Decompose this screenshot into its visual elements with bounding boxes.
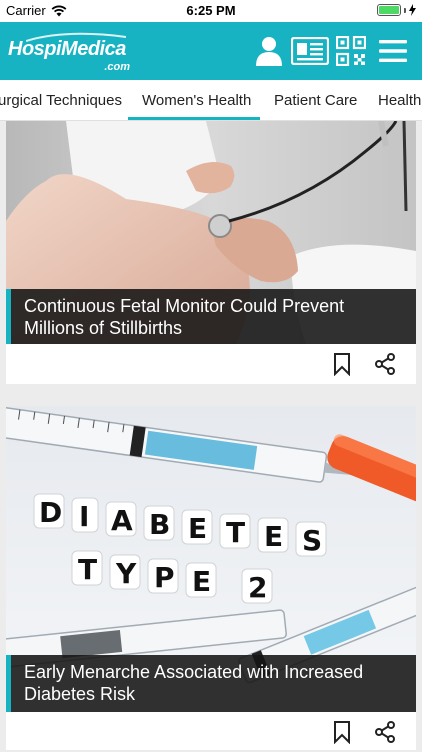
- article-title[interactable]: Continuous Fetal Monitor Could Prevent M…: [6, 289, 416, 344]
- newspaper-button[interactable]: [291, 34, 329, 68]
- svg-text:E: E: [192, 565, 211, 598]
- svg-text:P: P: [154, 561, 175, 594]
- newspaper-icon: [291, 37, 329, 65]
- svg-text:2: 2: [248, 571, 267, 604]
- article-title[interactable]: Early Menarche Associated with Increased…: [6, 655, 416, 712]
- svg-text:E: E: [188, 512, 207, 545]
- article-card[interactable]: D I A B E T E S T Y P E 2 Early Menarche…: [6, 406, 416, 750]
- tab-health[interactable]: Health: [378, 92, 421, 109]
- category-tabs: urgical Techniques Women's Health Patien…: [0, 80, 422, 121]
- status-bar: Carrier 6:25 PM: [0, 0, 422, 22]
- article-card[interactable]: Continuous Fetal Monitor Could Prevent M…: [6, 121, 416, 384]
- app-header: HospiMedica .com: [0, 22, 422, 80]
- bookmark-icon[interactable]: [332, 352, 352, 376]
- svg-text:T: T: [78, 553, 97, 586]
- logo-brand-text: HospiMedica: [8, 38, 126, 60]
- charging-bolt-icon: [409, 4, 416, 16]
- share-icon[interactable]: [374, 721, 396, 743]
- bookmark-icon[interactable]: [332, 720, 352, 744]
- share-icon[interactable]: [374, 353, 396, 375]
- tab-patient-care[interactable]: Patient Care: [274, 92, 357, 109]
- svg-text:S: S: [302, 524, 322, 557]
- tab-womens-health[interactable]: Women's Health: [142, 92, 251, 109]
- menu-button[interactable]: [378, 34, 408, 68]
- article-actions: [332, 344, 416, 384]
- clock: 6:25 PM: [186, 3, 236, 18]
- active-tab-indicator: [128, 117, 260, 120]
- tab-surgical-techniques[interactable]: urgical Techniques: [0, 92, 122, 109]
- svg-text:I: I: [79, 500, 89, 533]
- user-icon: [256, 37, 282, 66]
- qr-scan-button[interactable]: [335, 34, 367, 68]
- battery-icon: [377, 4, 401, 16]
- user-profile-button[interactable]: [254, 34, 284, 68]
- svg-text:Y: Y: [115, 557, 137, 590]
- qr-code-icon: [336, 36, 366, 66]
- menu-icon: [379, 40, 407, 62]
- battery-indicator: [377, 4, 416, 16]
- hospimedica-logo[interactable]: HospiMedica .com: [8, 32, 138, 73]
- svg-text:A: A: [111, 504, 133, 537]
- logo-domain-text: .com: [104, 61, 130, 73]
- article-actions: [332, 712, 416, 752]
- svg-text:B: B: [149, 508, 170, 541]
- svg-text:T: T: [226, 516, 245, 549]
- svg-text:D: D: [39, 496, 62, 529]
- svg-text:E: E: [264, 520, 283, 553]
